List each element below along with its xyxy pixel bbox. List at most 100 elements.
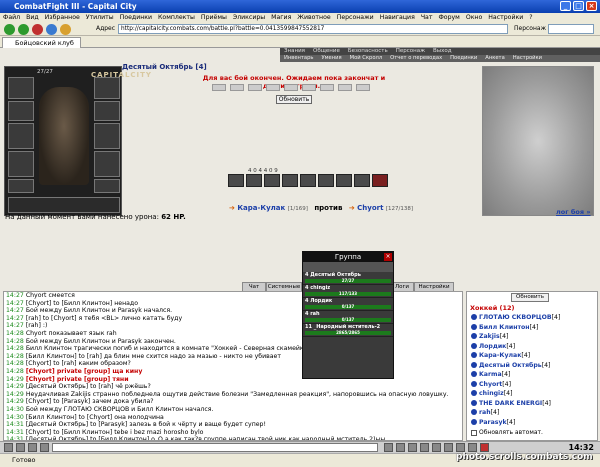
user-name[interactable]: Билл Клинтон <box>479 324 530 331</box>
address-input[interactable]: http://capitalcity.combats.com/battle.pl… <box>118 24 508 34</box>
spell-icon[interactable] <box>354 174 370 187</box>
spell-icon[interactable] <box>228 174 244 187</box>
user-name[interactable]: Кара-Кулак <box>479 352 521 359</box>
close-icon[interactable]: × <box>384 253 392 261</box>
history-icon[interactable] <box>468 443 477 452</box>
nav-link[interactable]: Выход <box>429 48 456 54</box>
opponent-2-name[interactable]: Chyort <box>357 204 383 212</box>
user-entry[interactable]: Zakjis[4] <box>471 333 508 341</box>
nav-link[interactable]: Безопасность <box>344 48 392 54</box>
user-name[interactable]: THE DARK ENERGI <box>479 400 542 407</box>
exit-icon[interactable] <box>480 443 489 452</box>
spell-icon[interactable] <box>336 174 352 187</box>
character-search-input[interactable] <box>548 24 594 34</box>
channel-icon[interactable] <box>444 443 453 452</box>
menu-item[interactable]: Окно <box>463 14 485 21</box>
menu-item[interactable]: Избранное <box>42 14 83 21</box>
user-entry[interactable]: THE DARK ENERGI[4] <box>471 399 551 408</box>
spell-icon[interactable] <box>300 174 316 187</box>
menu-item[interactable]: Персонажи <box>334 14 377 21</box>
menu-item[interactable]: Утилиты <box>83 14 117 21</box>
user-name[interactable]: chingiz <box>479 390 504 397</box>
menu-item[interactable]: Комплекты <box>155 14 198 21</box>
sound-icon[interactable] <box>456 443 465 452</box>
refresh-icon[interactable] <box>46 24 57 35</box>
nav-link[interactable]: Мой Скролл <box>346 55 387 61</box>
userlist-refresh-button[interactable]: Обновить <box>511 293 549 302</box>
user-entry[interactable]: chingiz[4] <box>471 390 513 398</box>
user-name[interactable]: Лордик <box>479 343 506 350</box>
user-name[interactable]: Chyort <box>479 381 502 388</box>
opponent-1-name[interactable]: Кара-Кулак <box>237 204 285 212</box>
home-icon[interactable] <box>60 24 71 35</box>
user-entry[interactable]: ГЛОТАЮ СКВОРЦОВ[4] <box>471 314 560 322</box>
user-name[interactable]: Karma <box>479 371 502 378</box>
chat-button[interactable] <box>28 443 37 452</box>
user-entry[interactable]: Десятый Октябрь[4] <box>471 361 550 370</box>
translit-icon[interactable] <box>408 443 417 452</box>
forward-icon[interactable] <box>18 24 29 35</box>
user-entry[interactable]: Parasyk[4] <box>471 418 515 427</box>
menu-item[interactable]: Эликсиры <box>230 14 268 21</box>
rings-slot[interactable] <box>94 151 120 177</box>
user-name[interactable]: Parasyk <box>479 419 507 426</box>
helmet-slot[interactable] <box>8 77 34 99</box>
nav-link[interactable]: Умения <box>317 55 345 61</box>
back-icon[interactable] <box>4 24 15 35</box>
user-name[interactable]: rah <box>479 409 491 416</box>
auto-refresh-checkbox[interactable]: Обновлять автомат. <box>471 429 543 436</box>
smile-icon[interactable] <box>396 443 405 452</box>
group-member[interactable]: 4 Лордик 0/137 <box>303 298 393 311</box>
nav-link[interactable]: Анкета <box>481 55 508 61</box>
clear-icon[interactable] <box>420 443 429 452</box>
menu-item[interactable]: ? <box>526 14 535 21</box>
boots-slot[interactable] <box>94 179 120 193</box>
tab-settings[interactable]: Настройки <box>414 282 454 291</box>
chat-button[interactable] <box>40 443 49 452</box>
tab-system[interactable]: Системные <box>266 282 302 291</box>
shield-slot[interactable] <box>94 123 120 149</box>
user-entry[interactable]: rah[4] <box>471 409 499 417</box>
nav-link[interactable]: Общение <box>309 48 344 54</box>
menu-item[interactable]: Настройки <box>485 14 526 21</box>
menu-item[interactable]: Поединки <box>117 14 155 21</box>
menu-item[interactable]: Приёмы <box>198 14 230 21</box>
chat-button[interactable] <box>4 443 13 452</box>
tab-fight-club[interactable]: Бойцовский клуб <box>2 37 81 48</box>
checkbox-icon[interactable] <box>471 429 477 436</box>
close-button[interactable]: × <box>586 1 597 11</box>
group-member[interactable]: 4 rah 0/137 <box>303 311 393 324</box>
user-entry[interactable]: Билл Клинтон[4] <box>471 323 538 332</box>
gloves-slot[interactable] <box>94 101 120 121</box>
chat-button[interactable] <box>16 443 25 452</box>
refresh-button[interactable]: Обновить <box>276 95 312 104</box>
user-entry[interactable]: Karma[4] <box>471 371 510 379</box>
chat-input[interactable] <box>52 443 378 452</box>
tab-chat[interactable]: Чат <box>242 282 266 291</box>
nav-link[interactable]: Настройки <box>509 55 546 61</box>
menu-item[interactable]: Чат <box>418 14 436 21</box>
earrings-slot[interactable] <box>94 77 120 99</box>
spell-icon[interactable] <box>318 174 334 187</box>
filter-icon[interactable] <box>432 443 441 452</box>
nav-link[interactable]: Персонаж <box>392 48 429 54</box>
user-entry[interactable]: Chyort[4] <box>471 380 511 389</box>
group-member[interactable]: 11 _Народный мститель-2 2865/2865 <box>303 324 393 337</box>
menu-item[interactable]: Форум <box>435 14 462 21</box>
menu-item[interactable]: Файл <box>0 14 23 21</box>
nav-link[interactable]: Отчет о переводах <box>386 55 446 61</box>
necklace-slot[interactable] <box>8 101 34 121</box>
nav-link[interactable]: Поединки <box>446 55 481 61</box>
menu-item[interactable]: Вид <box>23 14 42 21</box>
spell-icon[interactable] <box>246 174 262 187</box>
pocket-slots[interactable] <box>8 197 120 213</box>
stop-icon[interactable] <box>32 24 43 35</box>
weapon-slot[interactable] <box>8 123 34 149</box>
spell-icon[interactable] <box>372 174 388 187</box>
belt-slot[interactable] <box>8 179 34 193</box>
user-name[interactable]: Десятый Октябрь <box>479 362 542 369</box>
send-icon[interactable] <box>384 443 393 452</box>
minimize-button[interactable]: _ <box>560 1 571 11</box>
spell-icon[interactable] <box>264 174 280 187</box>
menu-item[interactable]: Магия <box>268 14 294 21</box>
